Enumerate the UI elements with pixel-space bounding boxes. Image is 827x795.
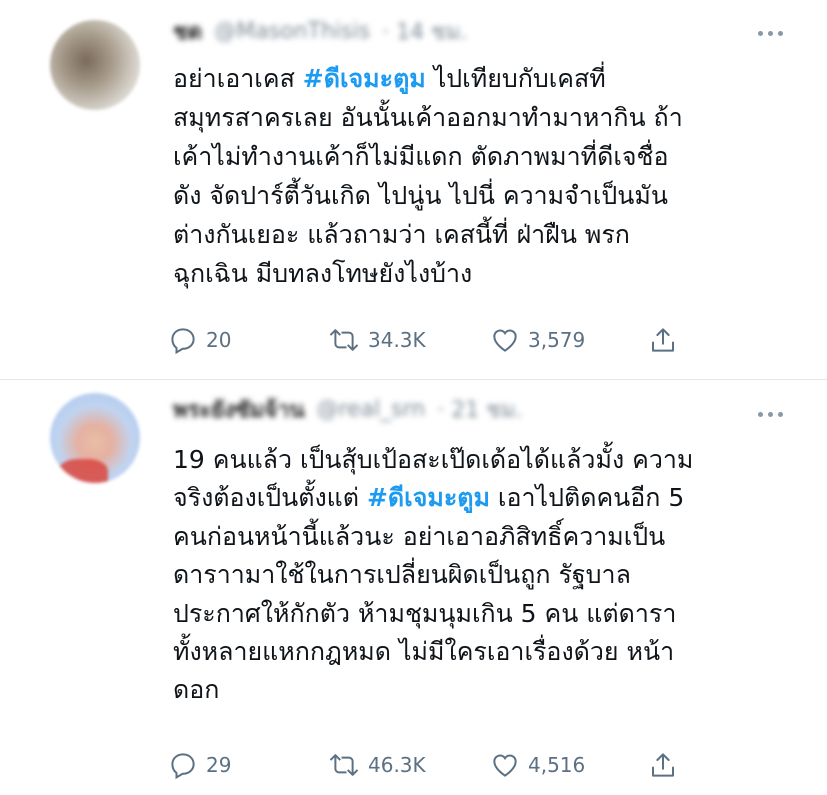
like-button[interactable]: 3,579 [490, 325, 585, 355]
reply-count: 29 [206, 753, 232, 777]
tweet-actions: 20 34.3K 3,579 [168, 325, 688, 357]
retweet-count: 46.3K [368, 753, 426, 777]
avatar[interactable] [50, 393, 140, 483]
display-name[interactable]: ชด [173, 14, 202, 49]
tweet-header: พระยังซัมจ้าน @real_srn · 21 ชม. [173, 394, 523, 424]
share-button[interactable] [648, 325, 678, 355]
more-icon[interactable] [758, 31, 783, 36]
share-icon [652, 753, 674, 777]
hashtag-link[interactable]: #ดีเจมะตูม [367, 483, 490, 512]
reply-count: 20 [206, 328, 232, 352]
timestamp[interactable]: · 14 ชม. [382, 14, 467, 49]
reply-button[interactable]: 29 [168, 750, 231, 780]
reply-icon [171, 753, 195, 780]
timestamp[interactable]: · 21 ชม. [437, 392, 522, 427]
tweet-text-line: 19 คนแล้ว เป็นสุ้บเป้อสะเป๊ดเด้อได้แล้วม… [173, 445, 694, 474]
tweet-text-line: ทั้งหลายแหกกฎหมด ไม่มีใครเอาเรื่องด้วย ห… [173, 637, 675, 667]
tweet-actions: 29 46.3K 4,516 [168, 750, 688, 782]
handle[interactable]: @MasonThisis [214, 19, 370, 44]
tweet[interactable]: พระยังซัมจ้าน @real_srn · 21 ชม. 19 คนแล… [0, 380, 827, 795]
retweet-button[interactable]: 34.3K [328, 325, 426, 355]
heart-icon [493, 329, 517, 352]
like-button[interactable]: 4,516 [490, 750, 585, 780]
tweet-text-line: ดอก [173, 675, 220, 705]
tweet-text: อย่าเอาเคส #ดีเจมะตูม ไปเทียบกับเคสที่ ส… [173, 59, 793, 293]
retweet-icon [329, 754, 359, 776]
share-button[interactable] [648, 750, 678, 780]
share-icon [652, 328, 674, 352]
tweet-text-line: จริงต้องเป็นตั้งแต่ #ดีเจมะตูม เอาไปติดค… [173, 483, 685, 513]
like-count: 3,579 [528, 328, 586, 352]
avatar[interactable] [50, 20, 140, 110]
retweet-count: 34.3K [368, 328, 426, 352]
tweet-text: 19 คนแล้ว เป็นสุ้บเป้อสะเป๊ดเด้อได้แล้วม… [173, 441, 793, 710]
reply-icon [171, 328, 195, 355]
tweet-text-line: อย่าเอาเคส #ดีเจมะตูม ไปเทียบกับเคสที่ [173, 64, 606, 93]
tweet-text-line: ประกาศให้กักตัว ห้ามชุมนุมเกิน 5 คน แต่ด… [173, 598, 677, 628]
tweet-text-line: ดัง จัดปาร์ตี้วันเกิด ไปนู่น ไปนี่ ความจ… [173, 181, 668, 210]
tweet-text-line: ฉุกเฉิน มีบทลงโทษยังไงบ้าง [173, 259, 473, 288]
tweet-text-line: ต่างกันเยอะ แล้วถามว่า เคสนี้ที่ ฝ่าฝืน … [173, 220, 630, 249]
reply-button[interactable]: 20 [168, 325, 231, 355]
tweet-text-line: คนก่อนหน้านี้แล้วนะ อย่าเอาอภิสิทธิ์ความ… [173, 521, 666, 551]
retweet-button[interactable]: 46.3K [328, 750, 426, 780]
tweet-header: ชด @MasonThisis · 14 ชม. [173, 16, 467, 46]
retweet-icon [329, 329, 359, 351]
tweet[interactable]: ชด @MasonThisis · 14 ชม. อย่าเอาเคส #ดีเ… [0, 0, 827, 380]
display-name[interactable]: พระยังซัมจ้าน [173, 392, 304, 427]
tweet-text-line: เค้าไม่ทำงานเค้าก็ไม่มีแดก ตัดภาพมาที่ดี… [173, 142, 669, 171]
like-count: 4,516 [528, 753, 586, 777]
hashtag-link[interactable]: #ดีเจมะตูม [303, 64, 426, 93]
tweet-text-line: สมุทรสาครเลย อันนั้นเค้าออกมาทำมาหากิน ถ… [173, 103, 683, 132]
tweet-text-line: ดาราามาใช้ในการเปลี่ยนผิดเป็นถูก รัฐบาล [173, 560, 631, 590]
heart-icon [493, 754, 517, 777]
handle[interactable]: @real_srn [316, 397, 425, 422]
more-icon[interactable] [758, 412, 783, 417]
